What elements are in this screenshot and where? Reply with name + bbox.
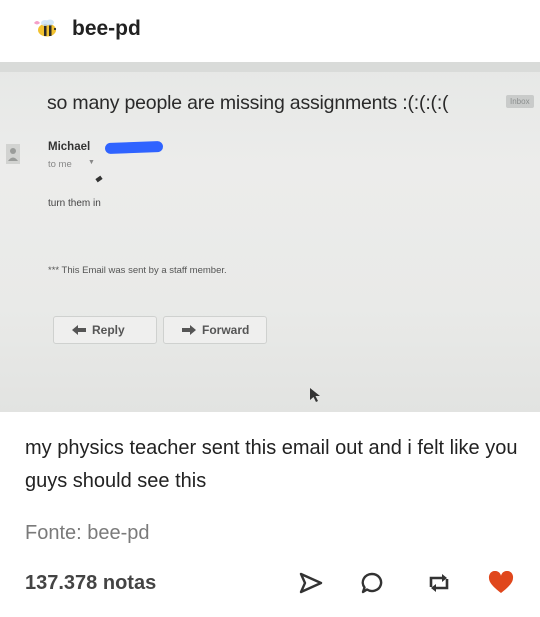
bee-icon[interactable]	[30, 14, 60, 44]
email-photo: so many people are missing assignments :…	[0, 62, 540, 412]
email-recipient: to me	[48, 159, 72, 170]
email-body: turn them in	[48, 198, 101, 209]
email-sender: Michael	[48, 141, 91, 153]
sender-avatar-icon	[6, 144, 20, 164]
email-forward-button: Forward	[163, 316, 267, 344]
mouse-pointer-icon	[310, 388, 322, 407]
post-header: bee-pd	[0, 0, 540, 62]
post-source: Fonte: bee-pd	[25, 522, 150, 545]
reply-arrow-icon	[72, 325, 86, 335]
email-forward-label: Forward	[202, 323, 250, 337]
inbox-tag: Inbox	[506, 95, 534, 108]
post-caption: my physics teacher sent this email out a…	[25, 437, 518, 492]
email-subject: so many people are missing assignments :…	[47, 92, 449, 114]
redaction-mark	[104, 140, 164, 155]
staff-notice: *** This Email was sent by a staff membe…	[48, 265, 227, 276]
heart-icon[interactable]	[487, 569, 515, 597]
reblog-icon[interactable]	[425, 569, 453, 597]
email-reply-button: Reply	[53, 316, 157, 344]
text-cursor-icon	[95, 175, 103, 183]
source-link[interactable]: bee-pd	[87, 522, 149, 544]
photo-top-band	[0, 62, 540, 72]
chevron-down-icon: ▼	[88, 159, 95, 166]
notes-count[interactable]: 137.378 notas	[25, 572, 156, 595]
source-label: Fonte:	[25, 522, 82, 544]
speech-bubble-icon[interactable]	[358, 569, 386, 597]
paper-plane-icon[interactable]	[297, 569, 325, 597]
blog-name[interactable]: bee-pd	[72, 17, 141, 41]
forward-arrow-icon	[182, 325, 196, 335]
email-reply-label: Reply	[92, 323, 125, 337]
